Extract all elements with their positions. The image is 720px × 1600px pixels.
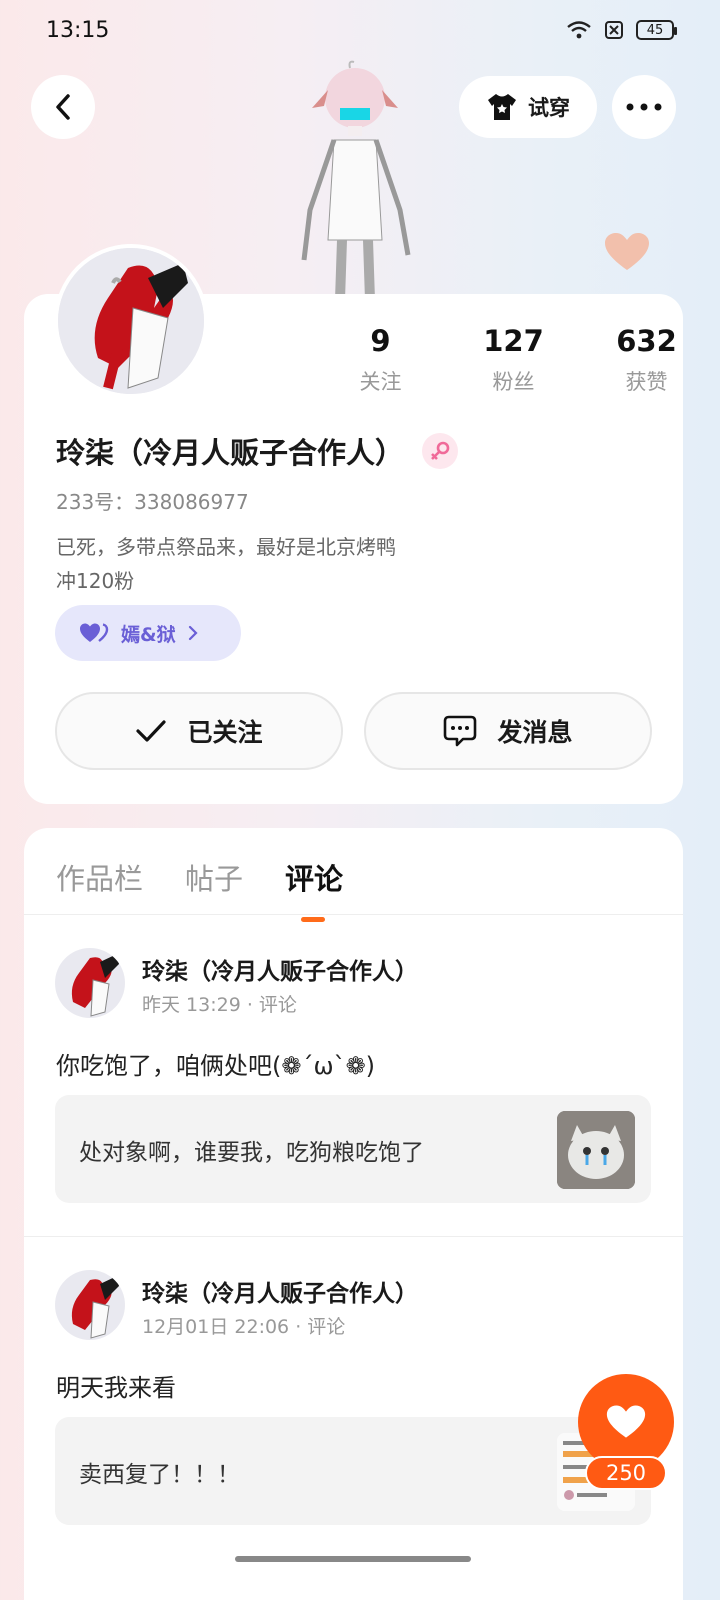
stat-likes[interactable]: 632 获赞 bbox=[580, 324, 713, 396]
tab-comments[interactable]: 评论 bbox=[285, 856, 343, 922]
wifi-icon bbox=[567, 21, 591, 39]
status-bar: 13:15 45 bbox=[0, 0, 720, 62]
stat-likes-count: 632 bbox=[616, 324, 677, 358]
checkmark-icon bbox=[136, 720, 167, 742]
double-heart-icon bbox=[80, 623, 109, 642]
sim-off-icon bbox=[605, 21, 623, 39]
try-on-label: 试穿 bbox=[528, 96, 570, 120]
user-id: 233号：338086977 bbox=[56, 490, 249, 514]
comment-meta: 昨天 13:29 · 评论 bbox=[142, 994, 297, 1016]
bio-line-1: 已死，多带点祭品来，最好是北京烤鸭 bbox=[56, 535, 396, 559]
profile-avatar[interactable] bbox=[54, 244, 208, 398]
stat-following[interactable]: 9 关注 bbox=[314, 324, 447, 396]
try-on-button[interactable]: 试穿 bbox=[459, 76, 597, 138]
quoted-post-thumbnail bbox=[557, 1111, 635, 1189]
quoted-post-text: 卖西复了！！！ bbox=[79, 1462, 240, 1488]
avatar-illustration bbox=[58, 248, 204, 394]
comment-author[interactable]: 玲柒（冷月人贩子合作人） bbox=[142, 1274, 418, 1308]
back-button[interactable] bbox=[31, 75, 95, 139]
stat-followers-label: 粉丝 bbox=[492, 370, 535, 394]
profile-username: 玲柒（冷月人贩子合作人） bbox=[56, 430, 459, 472]
bio-line-2: 冲120粉 bbox=[56, 569, 135, 593]
comment-meta: 12月01日 22:06 · 评论 bbox=[142, 1316, 346, 1338]
heart-icon bbox=[606, 1405, 646, 1438]
quoted-post[interactable]: 处对象啊，谁要我，吃狗粮吃饱了 bbox=[55, 1095, 651, 1203]
relationship-tag[interactable]: 嫣&狱 bbox=[55, 605, 241, 661]
username-text: 玲柒（冷月人贩子合作人） bbox=[56, 436, 405, 470]
more-icon bbox=[626, 103, 662, 111]
feed-card: 作品栏 帖子 评论 玲柒（冷月人贩子合作人） 昨天 13:29 · 评论 你吃饱… bbox=[24, 828, 683, 1600]
favorite-heart-icon[interactable] bbox=[604, 232, 650, 272]
comment-text: 你吃饱了，咱俩处吧(❁´ω`❁) bbox=[56, 1052, 376, 1080]
post-divider bbox=[24, 1236, 683, 1237]
status-time: 13:15 bbox=[46, 18, 110, 43]
female-gender-icon bbox=[422, 433, 459, 469]
stat-following-label: 关注 bbox=[359, 370, 402, 394]
avatar[interactable] bbox=[55, 1270, 125, 1340]
home-indicator[interactable] bbox=[235, 1556, 471, 1562]
more-button[interactable] bbox=[612, 75, 676, 139]
tab-works[interactable]: 作品栏 bbox=[56, 856, 143, 898]
send-message-button[interactable]: 发消息 bbox=[364, 692, 652, 770]
send-message-label: 发消息 bbox=[497, 718, 573, 747]
quoted-post[interactable]: 卖西复了！！！ bbox=[55, 1417, 651, 1525]
tshirt-icon bbox=[488, 94, 516, 120]
battery-indicator: 45 bbox=[636, 20, 677, 40]
status-icons: 45 bbox=[566, 20, 677, 40]
comment-text: 明天我来看 bbox=[56, 1374, 176, 1402]
relationship-tag-label: 嫣&狱 bbox=[121, 623, 176, 646]
followed-button[interactable]: 已关注 bbox=[55, 692, 343, 770]
chevron-left-icon bbox=[56, 94, 70, 120]
tabs-divider bbox=[24, 914, 683, 915]
stat-following-count: 9 bbox=[370, 324, 391, 358]
quoted-post-text: 处对象啊，谁要我，吃狗粮吃饱了 bbox=[79, 1140, 424, 1166]
tab-posts[interactable]: 帖子 bbox=[185, 856, 243, 898]
avatar[interactable] bbox=[55, 948, 125, 1018]
profile-stats: 9 关注 127 粉丝 632 获赞 bbox=[314, 324, 713, 396]
stat-followers[interactable]: 127 粉丝 bbox=[447, 324, 580, 396]
chat-bubble-icon bbox=[444, 715, 477, 747]
stat-likes-label: 获赞 bbox=[625, 370, 668, 394]
stat-followers-count: 127 bbox=[483, 324, 544, 358]
user-bio: 已死，多带点祭品来，最好是北京烤鸭 冲120粉 bbox=[56, 530, 396, 598]
avatar-3d-figure[interactable] bbox=[290, 60, 420, 300]
like-count-badge: 250 bbox=[585, 1456, 667, 1490]
followed-button-label: 已关注 bbox=[187, 718, 263, 747]
comment-author[interactable]: 玲柒（冷月人贩子合作人） bbox=[142, 952, 418, 986]
content-tabs: 作品栏 帖子 评论 bbox=[56, 856, 343, 922]
chevron-right-icon bbox=[188, 625, 198, 641]
